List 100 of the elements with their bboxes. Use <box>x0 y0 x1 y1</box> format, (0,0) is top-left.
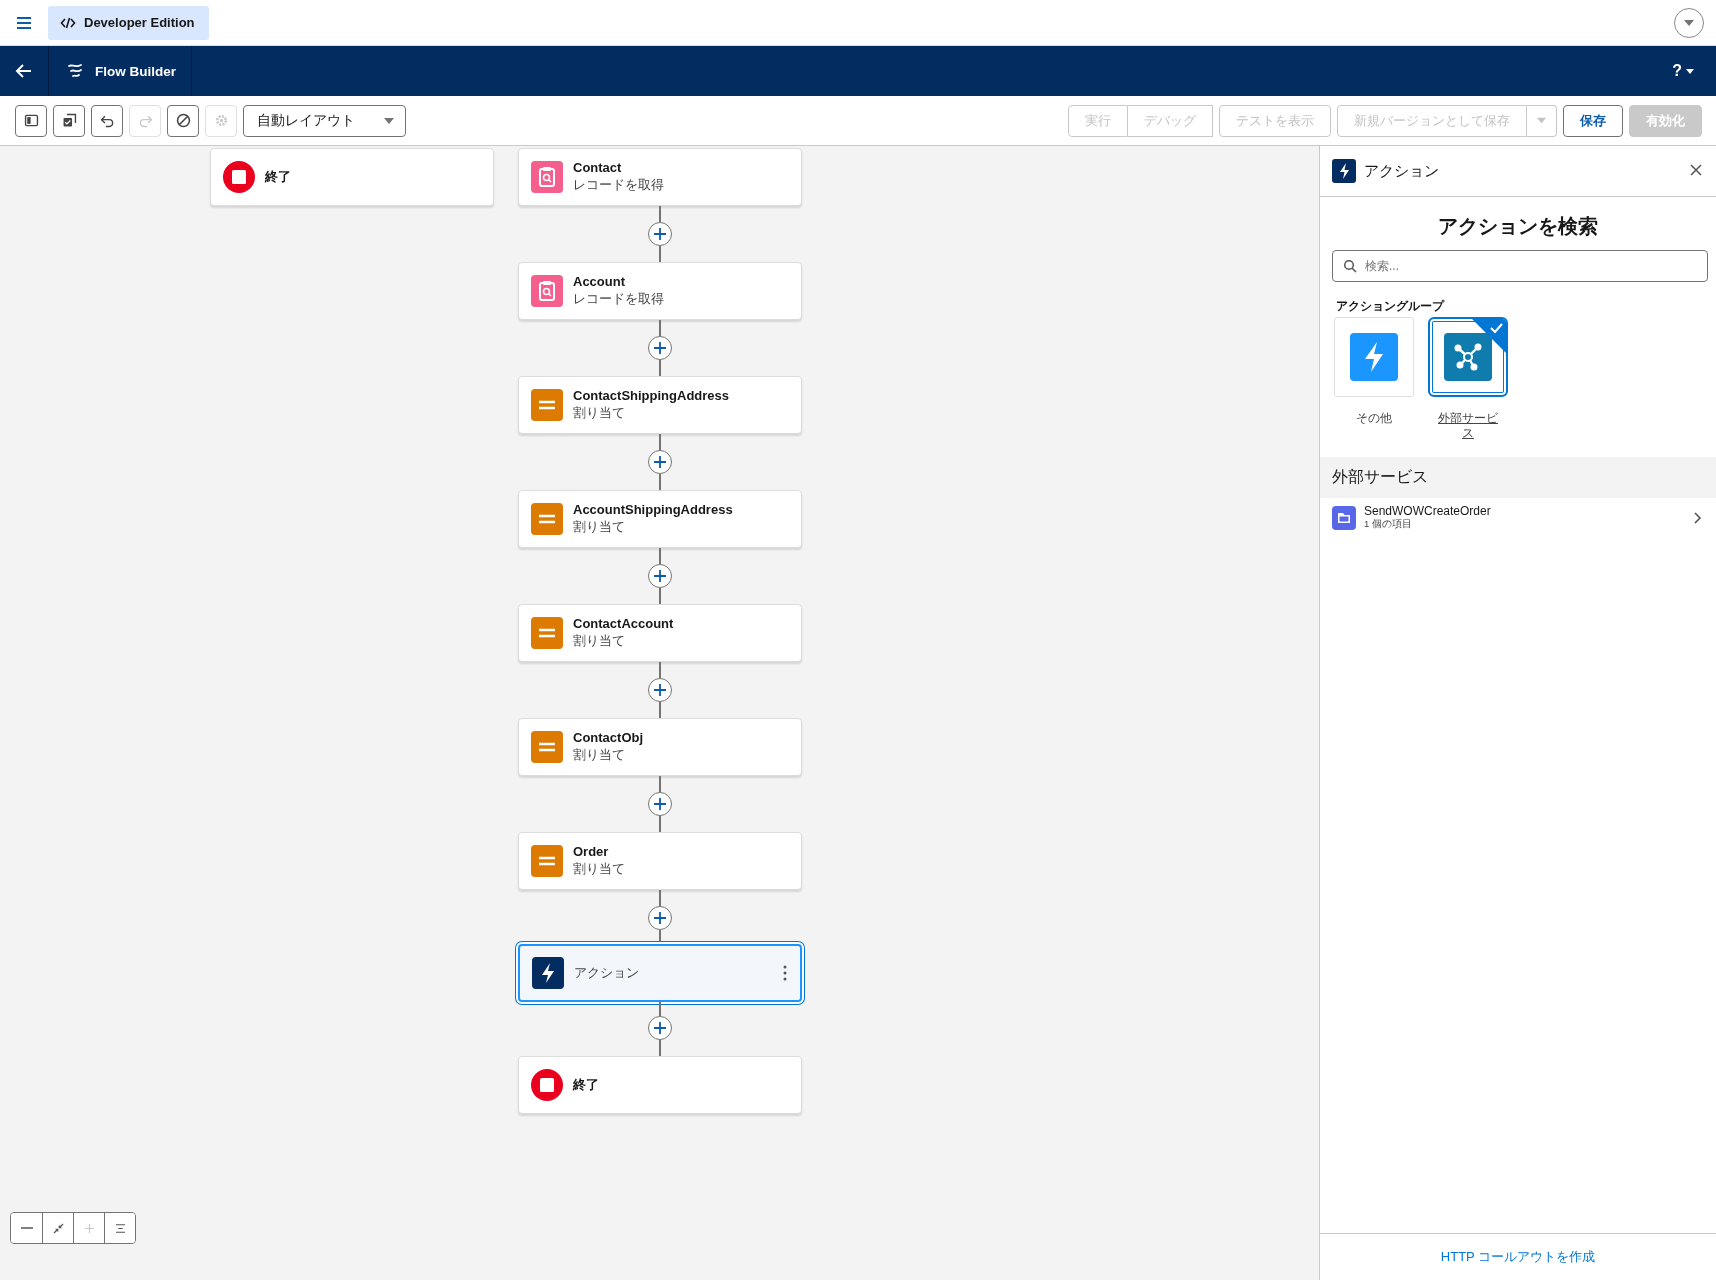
layout-dropdown[interactable]: 自動レイアウト <box>243 104 406 137</box>
search-icon <box>1343 259 1357 273</box>
equals-icon <box>531 503 563 535</box>
item-name: SendWOWCreateOrder <box>1364 504 1492 518</box>
plus-icon <box>653 227 667 241</box>
equals-icon <box>531 617 563 649</box>
bolt-icon <box>1350 333 1398 381</box>
flow-node[interactable]: 終了 <box>518 1056 802 1114</box>
connector-line <box>659 434 661 450</box>
checkmark-icon <box>1472 319 1506 353</box>
copy-button[interactable] <box>53 104 85 137</box>
flow-node[interactable]: Contact レコードを取得 <box>518 148 802 206</box>
plus-icon <box>653 341 667 355</box>
stop-icon <box>531 1069 563 1101</box>
add-element-button[interactable] <box>648 792 672 816</box>
undo-button[interactable] <box>91 104 123 137</box>
equals-icon <box>531 731 563 763</box>
save-button[interactable]: 保存 <box>1563 104 1623 137</box>
node-type: レコードを取得 <box>573 177 665 194</box>
connector-line <box>659 548 661 564</box>
node-type: 割り当て <box>573 747 626 764</box>
group-name: 外部サービス <box>1437 411 1499 441</box>
flow-node[interactable]: ContactShippingAddress 割り当て <box>518 376 802 434</box>
dropdown-button[interactable] <box>1674 7 1704 38</box>
node-title: Account <box>573 274 626 289</box>
node-type: レコードを取得 <box>573 291 665 308</box>
clipboard-search-icon <box>531 275 563 307</box>
create-callout-link[interactable]: HTTP コールアウトを作成 <box>1440 1248 1596 1266</box>
add-element-button[interactable] <box>648 906 672 930</box>
connector-line <box>659 776 661 792</box>
node-type: 割り当て <box>573 405 626 422</box>
flow-node[interactable]: 終了 <box>210 148 494 206</box>
flow-node[interactable]: ContactObj 割り当て <box>518 718 802 776</box>
flow-node[interactable]: Order 割り当て <box>518 832 802 890</box>
connector-line <box>659 320 661 336</box>
panel-title: アクション <box>1364 161 1440 181</box>
connector-line <box>659 662 661 678</box>
app-badge-label: Developer Edition <box>84 15 195 30</box>
network-icon <box>1444 333 1492 381</box>
more-icon[interactable] <box>782 965 788 981</box>
panel-icon <box>22 112 40 129</box>
connector-line <box>659 474 661 490</box>
plus-icon <box>653 1021 667 1035</box>
ban-icon <box>174 112 192 129</box>
connector-line <box>659 1002 661 1016</box>
flow-node[interactable]: AccountShippingAddress 割り当て <box>518 490 802 548</box>
plus-icon <box>653 569 667 583</box>
node-title: Contact <box>573 160 623 175</box>
help-button[interactable]: ? <box>1650 46 1716 96</box>
panel-heading: アクションを検索 <box>1437 214 1599 239</box>
clipboard-search-icon <box>531 161 563 193</box>
center-button[interactable] <box>104 1213 135 1243</box>
add-element-button[interactable] <box>648 564 672 588</box>
bolt-icon <box>1332 159 1356 183</box>
panel-button[interactable] <box>15 104 47 137</box>
node-title: ContactShippingAddress <box>573 388 730 403</box>
caret-down-icon <box>1686 67 1694 75</box>
node-type: 割り当て <box>573 861 626 878</box>
equals-icon <box>531 845 563 877</box>
ban-button[interactable] <box>167 104 199 137</box>
node-title: 終了 <box>265 168 292 186</box>
stop-icon <box>223 161 255 193</box>
plus-icon <box>653 797 667 811</box>
search-field[interactable]: 検索... <box>1332 250 1708 282</box>
group-label: アクショングループ <box>1336 298 1446 315</box>
node-title: ContactAccount <box>573 616 675 631</box>
add-element-button[interactable] <box>648 678 672 702</box>
connector-line <box>659 360 661 376</box>
connector-line <box>659 246 661 262</box>
add-element-button[interactable] <box>648 450 672 474</box>
caret-down-icon <box>1536 115 1547 126</box>
app-title: Flow Builder <box>95 63 176 79</box>
group-tile[interactable] <box>1428 317 1508 397</box>
node-title: AccountShippingAddress <box>573 502 734 517</box>
add-element-button[interactable] <box>648 222 672 246</box>
add-element-button[interactable] <box>648 1016 672 1040</box>
node-title: Order <box>573 844 610 859</box>
node-title: 終了 <box>573 1076 600 1094</box>
connector-line <box>659 702 661 718</box>
node-type: 割り当て <box>573 519 626 536</box>
connector-line <box>659 816 661 832</box>
group-name: その他 <box>1355 411 1393 426</box>
equals-icon <box>531 389 563 421</box>
plus-icon <box>653 911 667 925</box>
flow-node[interactable]: Account レコードを取得 <box>518 262 802 320</box>
flow-node[interactable]: アクション <box>518 944 802 1002</box>
section-header: 外部サービス <box>1320 457 1716 498</box>
plus-icon <box>653 455 667 469</box>
connector-line <box>659 890 661 906</box>
node-title: ContactObj <box>573 730 645 745</box>
item-count: 1 個の項目 <box>1364 518 1413 531</box>
folder-icon <box>1332 505 1356 530</box>
connector-line <box>659 1040 661 1056</box>
connector-line <box>659 206 661 222</box>
add-element-button[interactable] <box>648 336 672 360</box>
connector-line <box>659 588 661 604</box>
flow-node[interactable]: ContactAccount 割り当て <box>518 604 802 662</box>
node-type: 割り当て <box>573 633 626 650</box>
bolt-icon <box>532 957 564 989</box>
plus-icon <box>653 683 667 697</box>
